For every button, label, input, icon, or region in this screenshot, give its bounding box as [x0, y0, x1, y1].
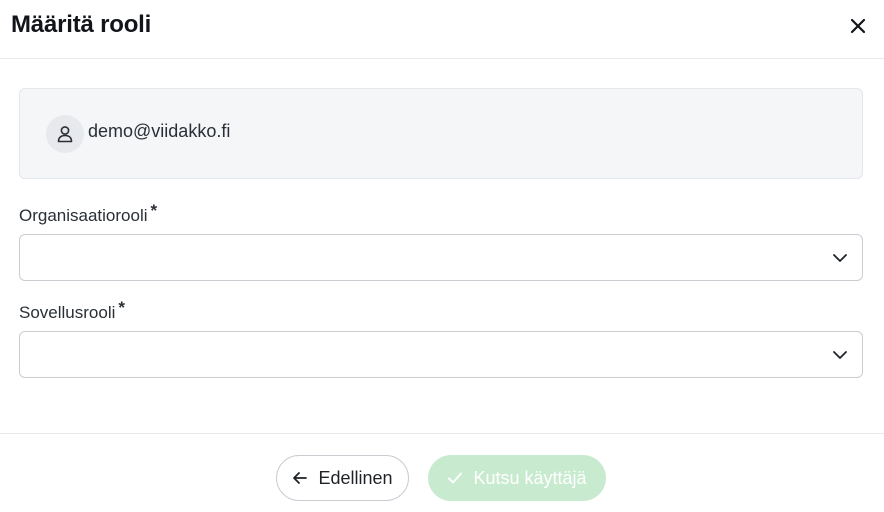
avatar: [46, 115, 84, 153]
selected-user-card: demo@viidakko.fi: [19, 88, 863, 179]
dialog-title: Määritä rooli: [11, 11, 152, 38]
check-icon: [448, 472, 463, 484]
user-email: demo@viidakko.fi: [88, 121, 231, 141]
required-mark: *: [118, 298, 126, 317]
back-button-label: Edellinen: [318, 467, 393, 488]
invite-user-button[interactable]: Kutsu käyttäjä: [428, 455, 606, 501]
user-icon: [57, 126, 73, 143]
back-button[interactable]: Edellinen: [276, 455, 409, 501]
dialog-header: Määritä rooli: [0, 0, 884, 59]
invite-user-button-label: Kutsu käyttäjä: [473, 467, 587, 488]
close-icon: [850, 18, 866, 34]
arrow-left-icon: [293, 472, 308, 484]
application-role-label-text: Sovellusrooli: [19, 303, 116, 322]
chevron-down-icon: [833, 351, 847, 359]
organization-role-label-text: Organisaatiorooli: [19, 206, 148, 225]
required-mark: *: [150, 201, 158, 220]
chevron-down-icon: [833, 254, 847, 262]
close-button[interactable]: [846, 14, 870, 38]
application-role-select[interactable]: [19, 331, 863, 378]
application-role-label: Sovellusrooli *: [19, 298, 125, 323]
organization-role-label: Organisaatiorooli *: [19, 201, 157, 226]
organization-role-select[interactable]: [19, 234, 863, 281]
